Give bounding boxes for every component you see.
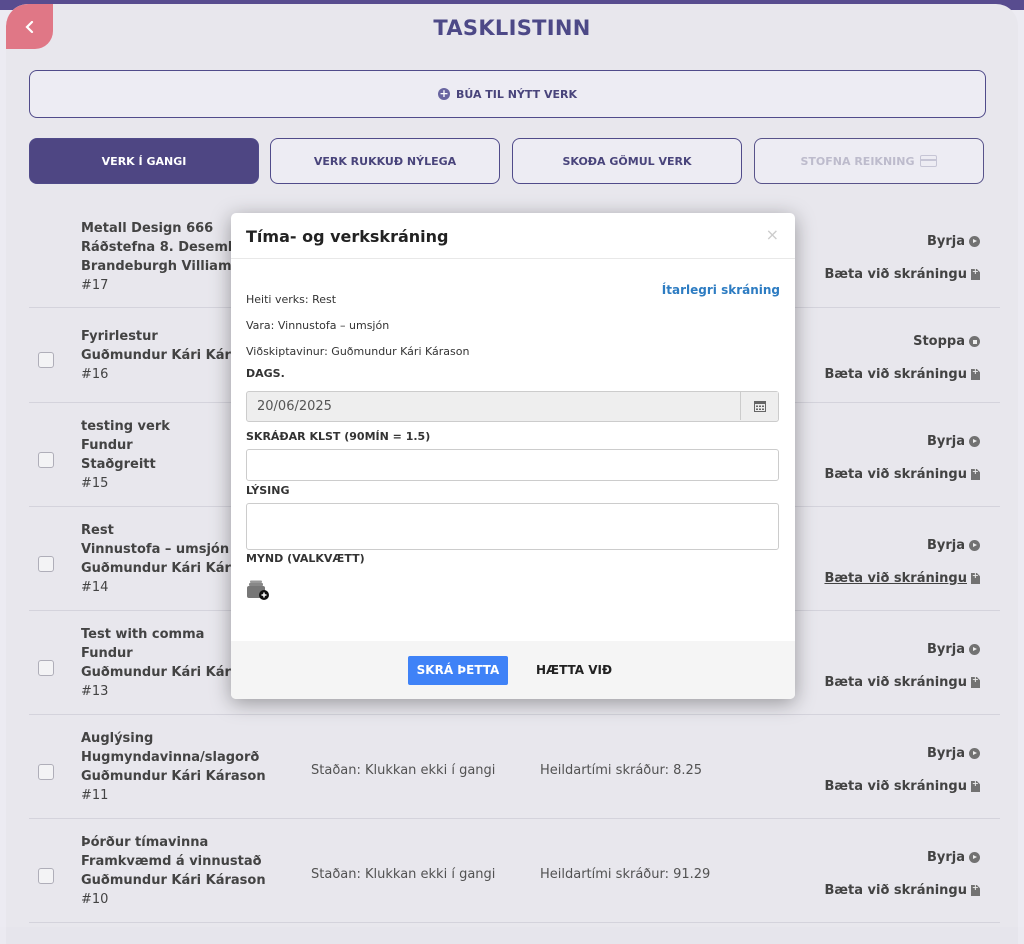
close-icon[interactable]: × xyxy=(766,225,779,244)
modal-header: Tíma- og verkskráning × xyxy=(231,213,795,259)
hours-input[interactable] xyxy=(246,449,779,481)
customer-info: Viðskiptavinur: Guðmundur Kári Kárason xyxy=(246,345,470,358)
photo-label: MYND (VALKVÆTT) xyxy=(246,552,365,565)
modal-footer: SKRÁ ÞETTA HÆTTA VIÐ xyxy=(231,641,795,699)
modal-title: Tíma- og verkskráning xyxy=(246,227,449,246)
submit-button[interactable]: SKRÁ ÞETTA xyxy=(408,656,508,685)
calendar-icon xyxy=(753,401,766,412)
calendar-button[interactable] xyxy=(740,392,778,420)
product-info: Vara: Vinnustofa – umsjón xyxy=(246,319,390,332)
date-value: 20/06/2025 xyxy=(257,399,332,414)
detailed-entry-link[interactable]: Ítarlegri skráning xyxy=(662,283,780,297)
time-entry-modal: Tíma- og verkskráning × Ítarlegri skráni… xyxy=(231,213,795,699)
date-input[interactable]: 20/06/2025 xyxy=(246,391,779,422)
description-input[interactable] xyxy=(246,503,779,550)
cancel-button[interactable]: HÆTTA VIÐ xyxy=(536,663,612,677)
task-name-info: Heiti verks: Rest xyxy=(246,293,337,306)
description-label: LÝSING xyxy=(246,484,290,497)
hours-label: SKRÁÐAR KLST (90MÍN = 1.5) xyxy=(246,430,431,443)
date-label: DAGS. xyxy=(246,367,285,380)
add-photo-icon[interactable] xyxy=(246,579,270,601)
